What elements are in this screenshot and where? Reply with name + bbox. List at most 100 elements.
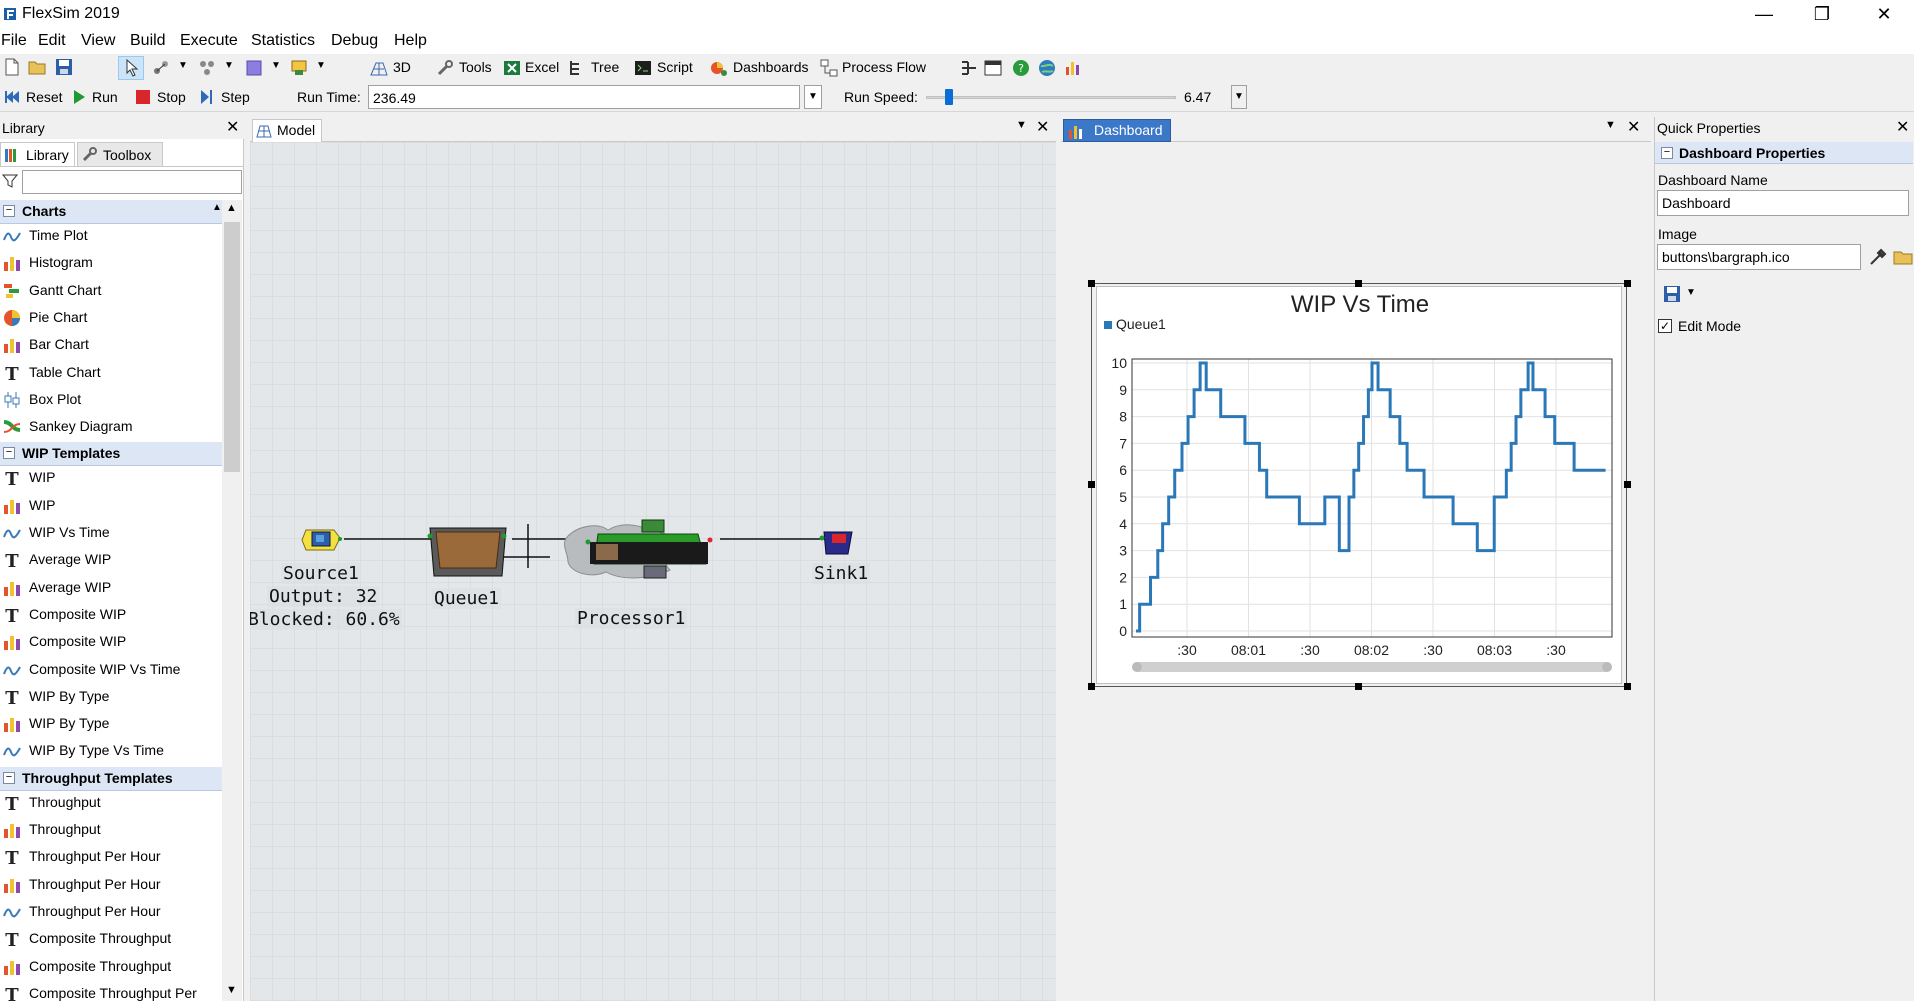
library-item[interactable]: WIP By Type <box>0 710 222 737</box>
run-speed-slider[interactable] <box>926 86 1176 108</box>
library-item[interactable]: Throughput Per Hour <box>0 898 222 925</box>
library-item[interactable]: T Throughput Per Hour <box>0 843 222 870</box>
statistics-icon[interactable] <box>1064 59 1082 77</box>
library-item[interactable]: T Table Chart <box>0 359 222 386</box>
collapse-icon[interactable]: − <box>3 771 15 784</box>
library-item[interactable]: Bar Chart <box>0 331 222 358</box>
menu-debug[interactable]: Debug <box>331 32 378 50</box>
dashboard-dropdown-icon[interactable]: ▼ <box>1605 119 1616 131</box>
library-item[interactable]: T WIP By Type <box>0 683 222 710</box>
create-objects-icon[interactable] <box>198 59 216 77</box>
resize-handle-e[interactable] <box>1624 481 1631 488</box>
run-button[interactable]: Run <box>92 89 118 105</box>
library-section-header[interactable]: − Throughput Templates <box>0 766 222 791</box>
library-item[interactable]: T Composite Throughput <box>0 925 222 952</box>
step-button[interactable]: Step <box>221 89 250 105</box>
color-select-icon[interactable] <box>245 59 263 77</box>
library-section-header[interactable]: − Charts <box>0 200 222 224</box>
stop-button[interactable]: Stop <box>157 89 186 105</box>
layout-dropdown-icon[interactable]: ▼ <box>316 60 326 71</box>
run-time-dropdown-icon[interactable]: ▼ <box>804 85 822 109</box>
resize-handle-sw[interactable] <box>1088 683 1095 690</box>
library-scroll-thumb[interactable] <box>224 222 240 472</box>
resize-handle-se[interactable] <box>1624 683 1631 690</box>
edit-mode-checkbox[interactable]: ✓ <box>1658 319 1672 333</box>
tools-button[interactable]: Tools <box>459 59 492 75</box>
library-item[interactable]: Box Plot <box>0 386 222 413</box>
library-item[interactable]: Gantt Chart <box>0 277 222 304</box>
resize-handle-w[interactable] <box>1088 481 1095 488</box>
library-scrollbar[interactable]: ▲ ▼ <box>222 200 242 1001</box>
scroll-down-icon[interactable]: ▼ <box>226 984 237 996</box>
connect-objects-icon[interactable] <box>152 59 170 77</box>
script-button[interactable]: Script <box>657 59 693 75</box>
chart-time-scrollbar[interactable] <box>1132 662 1612 672</box>
new-model-icon[interactable] <box>3 58 21 76</box>
save-icon[interactable] <box>55 58 73 76</box>
connect-dropdown-icon[interactable]: ▼ <box>178 60 188 71</box>
library-item[interactable]: Sankey Diagram <box>0 413 222 440</box>
library-item[interactable]: Composite WIP <box>0 628 222 655</box>
node-editor-icon[interactable] <box>960 59 978 77</box>
dashboard-name-field[interactable]: Dashboard <box>1657 190 1909 216</box>
scroll-up-icon[interactable]: ▲ <box>226 202 237 214</box>
library-section-header[interactable]: − WIP Templates <box>0 442 222 467</box>
library-item[interactable]: Time Plot <box>0 222 222 249</box>
view-settings-icon[interactable] <box>984 59 1002 77</box>
help-icon[interactable]: ? <box>1012 59 1030 77</box>
edit-mode-label[interactable]: Edit Mode <box>1678 318 1741 334</box>
run-speed-dropdown-icon[interactable]: ▼ <box>1231 85 1247 109</box>
tab-model[interactable]: Model <box>252 119 322 142</box>
library-item[interactable]: WIP <box>0 492 222 519</box>
tab-library[interactable]: Library <box>0 142 75 166</box>
quick-properties-close-icon[interactable]: ✕ <box>1896 120 1909 136</box>
save-dropdown-icon[interactable]: ▼ <box>1686 287 1696 298</box>
dashboard-close-icon[interactable]: ✕ <box>1627 120 1640 136</box>
menu-file[interactable]: File <box>1 32 27 50</box>
library-item[interactable]: T WIP <box>0 464 222 491</box>
model-close-icon[interactable]: ✕ <box>1036 120 1049 136</box>
library-item[interactable]: T Composite WIP <box>0 601 222 628</box>
library-close-icon[interactable]: ✕ <box>226 120 239 136</box>
processor-object-icon[interactable] <box>550 516 720 586</box>
library-item[interactable]: WIP By Type Vs Time <box>0 737 222 764</box>
sink-object-icon[interactable] <box>818 526 858 558</box>
dashboard-properties-header[interactable]: − Dashboard Properties <box>1655 142 1913 164</box>
save-dashboard-icon[interactable] <box>1663 285 1681 303</box>
3d-view-button[interactable]: 3D <box>393 59 411 75</box>
library-filter-input[interactable] <box>22 170 242 194</box>
dashboards-button[interactable]: Dashboards <box>733 59 809 75</box>
tab-dashboard[interactable]: Dashboard <box>1063 119 1171 142</box>
restore-button[interactable]: ❐ <box>1794 0 1850 30</box>
menu-statistics[interactable]: Statistics <box>251 32 315 50</box>
collapse-icon[interactable]: − <box>3 205 15 217</box>
library-item[interactable]: T Average WIP <box>0 546 222 573</box>
layout-icon[interactable] <box>290 59 308 77</box>
source-object-icon[interactable] <box>300 522 346 558</box>
resize-handle-nw[interactable] <box>1088 280 1095 287</box>
menu-build[interactable]: Build <box>130 32 166 50</box>
menu-help[interactable]: Help <box>394 32 427 50</box>
tab-toolbox[interactable]: Toolbox <box>77 142 163 166</box>
library-item[interactable]: Pie Chart <box>0 304 222 331</box>
run-speed-thumb[interactable] <box>945 89 953 105</box>
library-item[interactable]: T Throughput <box>0 789 222 816</box>
create-dropdown-icon[interactable]: ▼ <box>224 60 234 71</box>
resize-handle-ne[interactable] <box>1624 280 1631 287</box>
library-item[interactable]: Average WIP <box>0 574 222 601</box>
resize-handle-s[interactable] <box>1355 683 1362 690</box>
color-dropdown-icon[interactable]: ▼ <box>271 60 281 71</box>
eyedropper-icon[interactable] <box>1868 247 1888 267</box>
tree-button[interactable]: Tree <box>591 59 619 75</box>
library-item[interactable]: Composite Throughput <box>0 953 222 980</box>
process-flow-button[interactable]: Process Flow <box>842 59 926 75</box>
library-item[interactable]: Throughput Per Hour <box>0 871 222 898</box>
model-3d-canvas[interactable]: Source1 Output: 32 Blocked: 60.6% Queue1… <box>250 142 1056 1001</box>
image-path-field[interactable]: buttons\bargraph.ico <box>1657 244 1861 270</box>
menu-execute[interactable]: Execute <box>180 32 238 50</box>
collapse-icon[interactable]: − <box>3 447 15 460</box>
library-item[interactable]: Composite WIP Vs Time <box>0 656 222 683</box>
excel-button[interactable]: Excel <box>525 59 559 75</box>
open-folder-icon[interactable] <box>28 58 46 76</box>
resize-handle-n[interactable] <box>1355 280 1362 287</box>
